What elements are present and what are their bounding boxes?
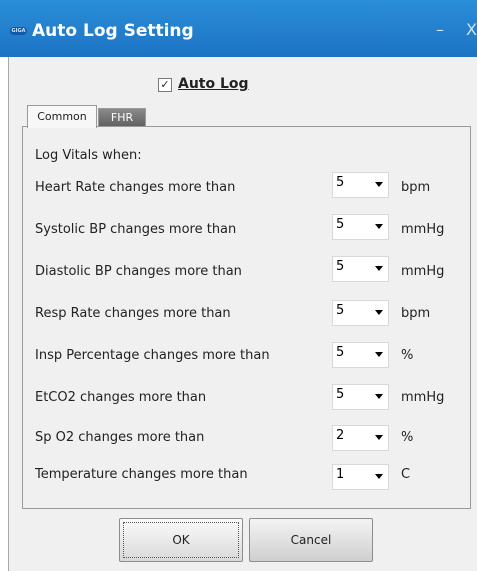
heart-rate-label: Heart Rate changes more than (35, 180, 236, 195)
dropdown-value: 2 (336, 428, 345, 443)
dropdown-value: 5 (336, 387, 345, 402)
spo2-dropdown[interactable]: 2 (332, 425, 389, 451)
temperature-label: Temperature changes more than (35, 467, 248, 482)
diastolic-bp-unit: mmHg (401, 264, 445, 279)
resp-rate-dropdown[interactable]: 5 (332, 300, 389, 326)
window-title: Auto Log Setting (32, 21, 194, 41)
minimize-button[interactable]: – (436, 20, 444, 39)
cancel-button[interactable]: Cancel (249, 518, 373, 562)
section-label: Log Vitals when: (35, 148, 142, 163)
spo2-label: Sp O2 changes more than (35, 430, 205, 445)
insp-percentage-dropdown[interactable]: 5 (332, 342, 389, 368)
cancel-button-label: Cancel (290, 533, 332, 547)
tab-fhr[interactable]: FHR (98, 108, 146, 127)
chevron-down-icon[interactable] (375, 224, 383, 229)
chevron-down-icon[interactable] (375, 310, 383, 315)
systolic-bp-dropdown[interactable]: 5 (332, 214, 389, 240)
dropdown-value: 1 (336, 467, 345, 482)
dropdown-value: 5 (336, 345, 345, 360)
dropdown-value: 5 (336, 303, 345, 318)
chevron-down-icon[interactable] (375, 435, 383, 440)
systolic-bp-unit: mmHg (401, 222, 445, 237)
dropdown-value: 5 (336, 175, 345, 190)
chevron-down-icon[interactable] (375, 182, 383, 187)
auto-log-label[interactable]: Auto Log (178, 76, 249, 92)
etco2-dropdown[interactable]: 5 (332, 384, 389, 410)
auto-log-checkbox[interactable]: ✓ (158, 78, 172, 92)
etco2-unit: mmHg (401, 390, 445, 405)
title-bar: GIGA Auto Log Setting – X (0, 0, 477, 57)
app-logo-icon: GIGA (10, 27, 27, 35)
heart-rate-dropdown[interactable]: 5 (332, 172, 389, 198)
focus-ring (123, 522, 239, 558)
temperature-dropdown[interactable]: 1 (332, 464, 389, 490)
ok-button[interactable]: OK (119, 518, 243, 562)
dropdown-value: 5 (336, 259, 345, 274)
chevron-down-icon[interactable] (375, 266, 383, 271)
resp-rate-label: Resp Rate changes more than (35, 306, 231, 321)
dropdown-value: 5 (336, 217, 345, 232)
diastolic-bp-label: Diastolic BP changes more than (35, 264, 242, 279)
spo2-unit: % (401, 430, 414, 445)
systolic-bp-label: Systolic BP changes more than (35, 222, 237, 237)
diastolic-bp-dropdown[interactable]: 5 (332, 256, 389, 282)
insp-percentage-label: Insp Percentage changes more than (35, 348, 270, 363)
close-button[interactable]: X (466, 20, 477, 39)
resp-rate-unit: bpm (401, 306, 431, 321)
heart-rate-unit: bpm (401, 180, 431, 195)
tab-common[interactable]: Common (27, 105, 97, 128)
chevron-down-icon[interactable] (375, 352, 383, 357)
temperature-unit: C (401, 467, 411, 482)
chevron-down-icon[interactable] (375, 474, 383, 479)
chevron-down-icon[interactable] (375, 394, 383, 399)
etco2-label: EtCO2 changes more than (35, 390, 207, 405)
insp-percentage-unit: % (401, 348, 414, 363)
